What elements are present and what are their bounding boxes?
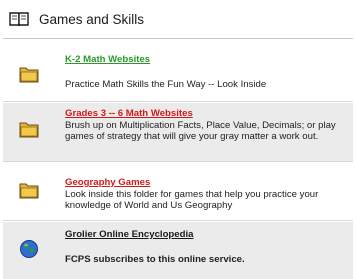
folder-icon[interactable] <box>19 181 39 199</box>
header-divider <box>3 38 353 39</box>
globe-icon[interactable] <box>19 239 39 258</box>
panel-header: Games and Skills <box>0 0 356 38</box>
list-item-geography-games: Geography Games Look inside this folder … <box>3 163 353 221</box>
grades-3-6-math-description: Brush up on Multiplication Facts, Place … <box>65 119 336 143</box>
k2-math-websites-link[interactable]: K-2 Math Websites <box>65 54 347 66</box>
folder-icon[interactable] <box>19 120 39 138</box>
folder-icon[interactable] <box>19 65 39 83</box>
geography-games-description: Look inside this folder for games that h… <box>65 188 319 212</box>
grolier-description: FCPS subscribes to this online service. <box>65 253 245 265</box>
geography-games-link[interactable]: Geography Games <box>65 177 347 189</box>
book-icon <box>9 11 29 27</box>
grolier-online-encyclopedia-link[interactable]: Grolier Online Encyclopedia <box>65 229 347 241</box>
panel-title: Games and Skills <box>39 11 145 27</box>
games-and-skills-panel: Games and Skills K-2 Math Websites Pract… <box>0 0 356 279</box>
list-item-grades-3-6-math: Grades 3 -- 6 Math Websites Brush up on … <box>3 103 353 162</box>
k2-math-description: Practice Math Skills the Fun Way -- Look… <box>65 78 267 90</box>
list-item-k2-math: K-2 Math Websites Practice Math Skills t… <box>3 50 353 102</box>
grades-3-6-math-websites-link[interactable]: Grades 3 -- 6 Math Websites <box>65 108 347 120</box>
list-item-grolier-encyclopedia: Grolier Online Encyclopedia FCPS subscri… <box>3 222 353 279</box>
